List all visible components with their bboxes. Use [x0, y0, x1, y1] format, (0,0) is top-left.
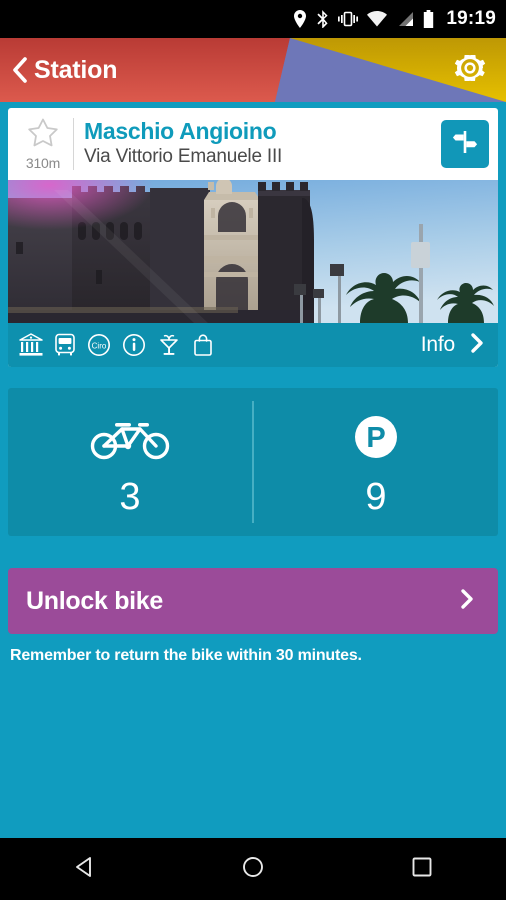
app-header-content: Station: [0, 38, 506, 102]
bluetooth-icon: [316, 10, 329, 28]
bike-count-block: 3: [8, 408, 252, 516]
back-triangle-icon: [71, 854, 97, 885]
android-nav-bar: [0, 838, 506, 900]
parking-p-icon: P: [351, 408, 401, 466]
status-bar-clock: 19:19: [446, 8, 496, 29]
location-pin-icon: [293, 10, 307, 28]
svg-text:P: P: [366, 422, 385, 454]
nav-back-button[interactable]: [49, 846, 119, 892]
bicycle-icon: [90, 408, 170, 466]
station-distance: 310m: [25, 155, 61, 171]
favorite-button[interactable]: 310m: [17, 116, 69, 172]
station-photo: [8, 180, 498, 323]
card-divider: [73, 118, 74, 170]
return-reminder-text: Remember to return the bike within 30 mi…: [10, 647, 362, 664]
amenities-icon-list: Ciro: [18, 332, 421, 358]
station-name: Maschio Angioino: [84, 119, 277, 145]
availability-panel: 3 P 9: [8, 388, 498, 536]
parking-count-value: 9: [365, 476, 387, 518]
status-bar: 19:19: [0, 0, 506, 38]
station-identity: Maschio Angioino Via Vittorio Emanuele I…: [84, 116, 441, 172]
station-address: Via Vittorio Emanuele III: [84, 146, 283, 168]
directions-button[interactable]: [441, 120, 489, 168]
ciro-badge-icon: Ciro: [86, 332, 112, 358]
back-button[interactable]: Station: [10, 55, 118, 85]
bus-icon: [53, 332, 77, 358]
vibrate-icon: [338, 11, 359, 27]
info-label: Info: [420, 333, 455, 356]
chevron-right-icon: [459, 587, 476, 616]
star-outline-icon: [26, 117, 60, 154]
app-header: Station: [0, 38, 506, 102]
nav-recents-button[interactable]: [387, 846, 457, 892]
museum-icon: [18, 332, 44, 358]
unlock-bike-button[interactable]: Unlock bike: [8, 568, 498, 634]
phone-screen: 19:19 Station 310m Maschio Angioino Via …: [0, 0, 506, 900]
recents-square-icon: [409, 854, 435, 885]
wifi-icon: [367, 11, 388, 27]
settings-button[interactable]: [450, 50, 490, 90]
amenities-bar: Ciro Info: [8, 323, 498, 367]
chevron-right-icon: [469, 332, 486, 359]
svg-text:Ciro: Ciro: [92, 341, 107, 350]
chevron-left-icon: [10, 57, 30, 83]
signpost-icon: [450, 127, 480, 162]
station-card-header: 310m Maschio Angioino Via Vittorio Emanu…: [8, 108, 498, 180]
nav-home-button[interactable]: [218, 846, 288, 892]
page-title: Station: [34, 55, 118, 84]
battery-icon: [423, 10, 434, 28]
cellular-signal-icon: [396, 11, 414, 27]
info-button[interactable]: Info: [421, 332, 486, 359]
gear-icon: [452, 50, 488, 91]
info-circle-icon: [121, 332, 147, 358]
unlock-bike-label: Unlock bike: [26, 586, 164, 615]
bike-count-value: 3: [119, 476, 141, 518]
station-card: 310m Maschio Angioino Via Vittorio Emanu…: [8, 108, 498, 367]
drink-glass-icon: [156, 332, 182, 358]
parking-count-block: P 9: [254, 408, 498, 516]
shopping-bag-icon: [191, 332, 215, 358]
home-circle-icon: [240, 854, 266, 885]
